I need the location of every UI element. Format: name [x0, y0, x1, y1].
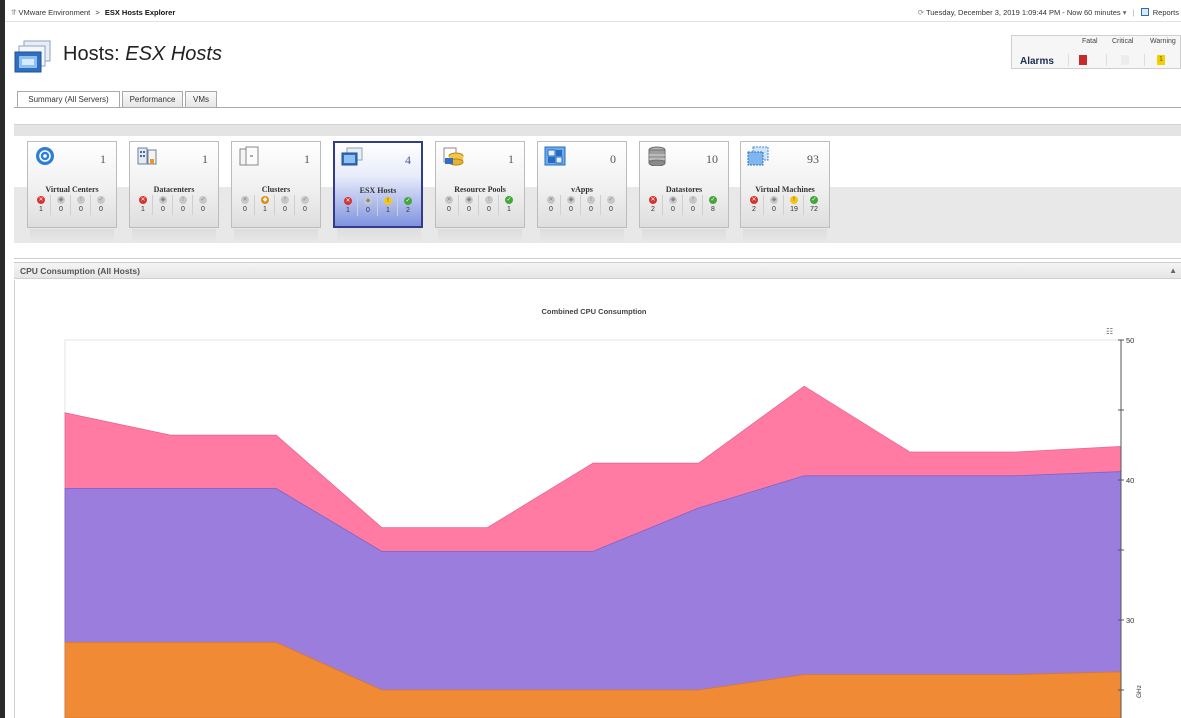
- y-tick-label: 30: [1126, 616, 1134, 625]
- legend-toggle-icon[interactable]: ☷: [1106, 327, 1113, 336]
- y-tick-label: 50: [1126, 336, 1134, 345]
- y-tick-label: 40: [1126, 476, 1134, 485]
- cpu-area-chart: 30 40 50 GHz: [64, 336, 1143, 718]
- y-axis-label: GHz: [1136, 685, 1143, 698]
